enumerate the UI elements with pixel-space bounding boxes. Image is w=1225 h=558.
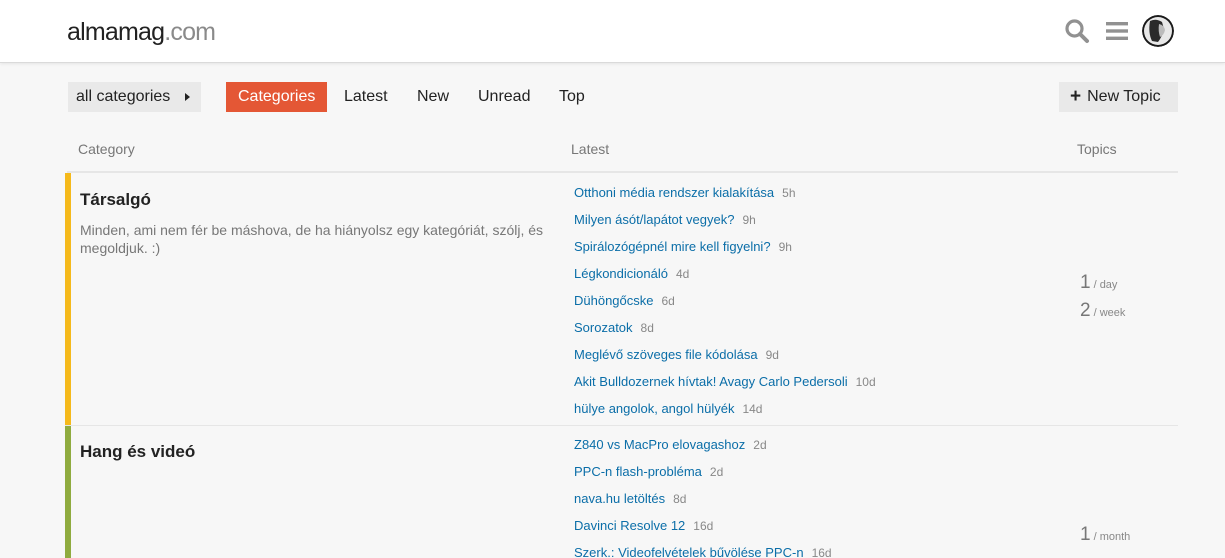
topic-age: 4d (675, 267, 690, 281)
stat-number: 1 (1080, 272, 1091, 293)
category-dropdown-label: all categories (76, 88, 171, 105)
tab-unread[interactable]: Unread (478, 82, 530, 112)
topic-link[interactable]: Szerk.: Videofelvételek bűvölése PPC-n (574, 545, 804, 558)
topic-age: 9d (765, 348, 779, 362)
caret-right-icon (185, 93, 190, 101)
topic-age: 2d (753, 438, 767, 452)
topic-age: 10d (855, 375, 876, 389)
latest-topics-list: Otthoni média rendszer kialakítása 5h Mil… (574, 184, 876, 427)
category-row-tarsalgo: Társalgó Minden, ami nem fér be máshova,… (65, 173, 1178, 425)
column-header-latest: Latest (571, 141, 610, 157)
tab-latest[interactable]: Latest (344, 82, 388, 112)
logo-domain: .com (164, 18, 216, 46)
list-item: Z840 vs MacPro elovagashoz 2d (574, 436, 832, 463)
category-color-bar (65, 173, 71, 425)
topic-link[interactable]: hülye angolok, angol hülyék (574, 401, 734, 416)
topics-per-week-stat: 2/ week (1080, 300, 1125, 322)
stat-number: 1 (1080, 524, 1091, 545)
column-header-category: Category (78, 141, 135, 157)
topic-age: 9h (742, 213, 756, 227)
topic-link[interactable]: nava.hu letöltés (574, 491, 665, 506)
topic-age: 16d (693, 519, 714, 533)
list-item: Légkondicionáló 4d (574, 265, 876, 292)
topic-age: 2d (709, 465, 724, 479)
topic-age: 14d (742, 402, 763, 416)
column-header-topics: Topics (1077, 141, 1117, 157)
list-item: Davinci Resolve 12 16d (574, 517, 832, 544)
category-color-bar (65, 426, 71, 558)
category-dropdown[interactable]: all categories (68, 82, 201, 112)
user-avatar[interactable] (1142, 15, 1174, 47)
tab-top[interactable]: Top (559, 82, 585, 112)
list-item: Milyen ásót/lapátot vegyek? 9h (574, 211, 876, 238)
search-icon[interactable] (1064, 18, 1090, 44)
topic-link[interactable]: PPC-n flash-probléma (574, 464, 702, 479)
list-item: Akit Bulldozernek hívtak! Avagy Carlo Pe… (574, 373, 876, 400)
topic-link[interactable]: Z840 vs MacPro elovagashoz (574, 437, 745, 452)
topic-age: 8d (673, 492, 687, 506)
topic-link[interactable]: Milyen ásót/lapátot vegyek? (574, 212, 734, 227)
topic-age: 5h (782, 186, 796, 200)
category-name[interactable]: Társalgó (80, 190, 151, 210)
list-item: Otthoni média rendszer kialakítása 5h (574, 184, 876, 211)
new-topic-button[interactable]: + New Topic (1059, 82, 1178, 112)
topic-link[interactable]: Davinci Resolve 12 (574, 518, 685, 533)
new-topic-label: New Topic (1087, 88, 1161, 105)
category-row-hang-es-video: Hang és videó Z840 vs MacPro elovagashoz… (65, 426, 1178, 558)
category-name[interactable]: Hang és videó (80, 442, 195, 462)
topic-link[interactable]: Légkondicionáló (574, 266, 668, 281)
logo-name: almamag (67, 18, 165, 46)
plus-icon: + (1070, 86, 1082, 107)
list-item: Meglévő szöveges file kódolása 9d (574, 346, 876, 373)
site-logo[interactable]: almamag.com (67, 17, 216, 47)
list-item: nava.hu letöltés 8d (574, 490, 832, 517)
topic-age: 8d (640, 321, 654, 335)
list-item: Szerk.: Videofelvételek bűvölése PPC-n 16… (574, 544, 832, 558)
stat-number: 2 (1080, 300, 1091, 321)
latest-topics-list: Z840 vs MacPro elovagashoz 2d PPC-n flash… (574, 436, 832, 558)
stat-unit: / week (1093, 307, 1126, 319)
topics-per-month-stat: 1/ month (1080, 524, 1130, 546)
list-item: PPC-n flash-probléma 2d (574, 463, 832, 490)
stat-unit: / month (1093, 531, 1131, 543)
stat-unit: / day (1093, 279, 1118, 291)
site-header: almamag.com (0, 0, 1225, 63)
tab-new[interactable]: New (417, 82, 449, 112)
topic-link[interactable]: Otthoni média rendszer kialakítása (574, 185, 774, 200)
topic-link[interactable]: Akit Bulldozernek hívtak! Avagy Carlo Pe… (574, 374, 848, 389)
list-item: hülye angolok, angol hülyék 14d (574, 400, 876, 427)
category-description: Minden, ami nem fér be máshova, de ha hi… (80, 222, 544, 256)
topic-age: 16d (811, 546, 832, 558)
topic-link[interactable]: Meglévő szöveges file kódolása (574, 347, 758, 362)
list-item: Sorozatok 8d (574, 319, 876, 346)
topic-link[interactable]: Sorozatok (574, 320, 633, 335)
hamburger-menu-icon[interactable] (1104, 18, 1130, 44)
list-item: Spirálozógépnél mire kell figyelni? 9h (574, 238, 876, 265)
topic-link[interactable]: Spirálozógépnél mire kell figyelni? (574, 239, 771, 254)
topic-link[interactable]: Dühöngőcske (574, 293, 654, 308)
topic-age: 9h (778, 240, 792, 254)
topics-per-day-stat: 1/ day (1080, 272, 1117, 294)
tab-categories[interactable]: Categories (226, 82, 328, 112)
list-item: Dühöngőcske 6d (574, 292, 876, 319)
topic-age: 6d (661, 294, 675, 308)
